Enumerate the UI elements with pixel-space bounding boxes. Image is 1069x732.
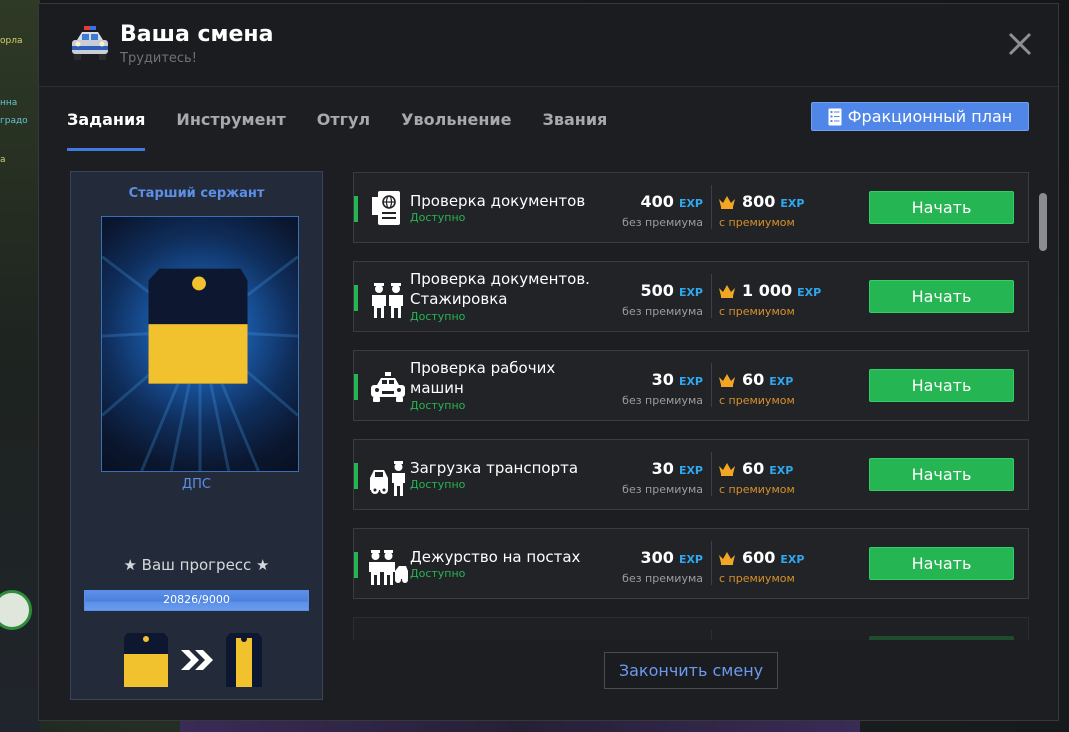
task-name: Проверка рабочих машин [410, 359, 556, 397]
task-row: Проверка рабочих машин Доступно 30 EXP бе… [353, 350, 1029, 421]
next-rank-icon [226, 633, 262, 687]
start-task-button[interactable]: Начать [869, 547, 1014, 580]
task-status: Доступно [410, 310, 466, 323]
task-list-scrollbar[interactable] [1039, 193, 1047, 251]
task-accent [354, 285, 358, 311]
checklist-icon [828, 108, 842, 125]
tab-ranks[interactable]: Звания [542, 108, 607, 148]
patrol-post-icon [369, 550, 408, 585]
task-row: Проверка документов Доступно 400 EXP без … [353, 172, 1029, 243]
start-task-button[interactable]: Начать [869, 191, 1014, 224]
crown-icon [719, 373, 735, 387]
task-exp-label: без премиума [622, 305, 703, 318]
task-premium-exp: 1 000 EXP [718, 281, 821, 300]
tab-day-off[interactable]: Отгул [317, 108, 370, 148]
chat-fragment: градо [0, 116, 28, 126]
chevron-right-icon [181, 650, 213, 670]
chat-fragment: орла [0, 36, 23, 46]
window-header: Ваша смена Трудитесь! [39, 4, 1058, 87]
rank-upgrade-preview [124, 633, 262, 687]
window-subtitle: Трудитесь! [120, 51, 197, 66]
task-name: Проверка документов [410, 192, 586, 210]
task-row: Дежурство на постах Доступно 300 EXP без … [353, 528, 1029, 599]
police-car-icon [371, 372, 405, 402]
task-status: Доступно [410, 399, 466, 412]
divider [711, 274, 712, 318]
crown-icon [719, 551, 735, 565]
finish-shift-button[interactable]: Закончить смену [604, 652, 778, 689]
chat-fragment: а [0, 155, 6, 165]
task-premium-label: с премиумом [719, 483, 795, 496]
divider [711, 363, 712, 407]
task-premium-exp: 600 EXP [718, 548, 804, 567]
divider [711, 630, 712, 640]
task-accent [354, 374, 358, 400]
start-task-button[interactable]: Начать [869, 458, 1014, 491]
task-premium-label: с премиумом [719, 572, 795, 585]
game-background-bottom [180, 720, 860, 732]
window-title: Ваша смена [120, 22, 274, 47]
passport-icon [372, 191, 400, 225]
task-premium-label: с премиумом [719, 305, 795, 318]
tab-tools[interactable]: Инструмент [176, 108, 285, 148]
rank-name: Старший сержант [128, 186, 265, 201]
police-car-icon [72, 26, 108, 60]
task-premium-label: с премиумом [719, 394, 795, 407]
progress-text: 20826/9000 [163, 593, 230, 606]
task-row: Проверка документов. Стажировка Доступно… [353, 261, 1029, 332]
progress-bar: 20826/9000 [84, 590, 309, 611]
task-accent [354, 552, 358, 578]
task-exp: 30 EXP [651, 370, 703, 389]
task-premium-exp: 60 EXP [718, 459, 793, 478]
task-exp: 300 EXP [640, 548, 703, 567]
shift-window: Ваша смена Трудитесь! Задания Инструмент… [38, 3, 1059, 721]
tow-truck-officer-icon [370, 461, 405, 496]
task-status: Доступно [410, 478, 466, 491]
rank-insignia-image [101, 216, 299, 472]
close-icon [1008, 32, 1032, 56]
task-accent [354, 196, 358, 222]
divider [711, 185, 712, 229]
task-premium-exp: 800 EXP [718, 192, 804, 211]
crown-icon [719, 195, 735, 209]
progress-label: ★ Ваш прогресс ★ [123, 556, 270, 574]
current-rank-icon [124, 633, 168, 687]
start-task-button[interactable]: Начать [869, 280, 1014, 313]
task-premium-label: с премиумом [719, 216, 795, 229]
task-exp-label: без премиума [622, 572, 703, 585]
task-exp-label: без премиума [622, 216, 703, 229]
task-exp: 500 EXP [640, 281, 703, 300]
start-task-button[interactable]: Начать [869, 369, 1014, 402]
task-list: Проверка документов Доступно 400 EXP без … [353, 172, 1030, 640]
department-label: ДПС [181, 477, 211, 492]
tab-bar: Задания Инструмент Отгул Увольнение Зван… [67, 108, 638, 151]
faction-plan-label: Фракционный план [847, 107, 1013, 126]
tab-resignation[interactable]: Увольнение [401, 108, 511, 148]
task-exp-label: без премиума [622, 394, 703, 407]
close-button[interactable] [1008, 32, 1032, 56]
task-row: Загрузка транспорта Доступно 30 EXP без п… [353, 439, 1029, 510]
chat-fragment: нна [0, 98, 18, 108]
crown-icon [719, 284, 735, 298]
task-name: Загрузка транспорта [410, 459, 579, 477]
task-exp: 400 EXP [640, 192, 703, 211]
faction-plan-button[interactable]: Фракционный план [811, 102, 1029, 131]
task-exp-label: без премиума [622, 483, 703, 496]
task-exp: 30 EXP [651, 459, 703, 478]
task-row-partial [353, 617, 1029, 640]
crown-icon [719, 462, 735, 476]
tab-tasks[interactable]: Задания [67, 108, 146, 151]
task-status: Доступно [410, 211, 466, 224]
task-name: Проверка документов. Стажировка [410, 270, 590, 308]
task-name: Дежурство на постах [410, 548, 581, 566]
task-accent [354, 463, 358, 489]
start-task-button-partial[interactable] [869, 636, 1014, 640]
divider [711, 541, 712, 585]
task-premium-exp: 60 EXP [718, 370, 793, 389]
officers-icon [372, 283, 403, 318]
task-status: Доступно [410, 567, 466, 580]
divider [711, 452, 712, 496]
rank-card: Старший сержант ДПС ★ Ваш прогресс ★ 208… [70, 171, 323, 700]
